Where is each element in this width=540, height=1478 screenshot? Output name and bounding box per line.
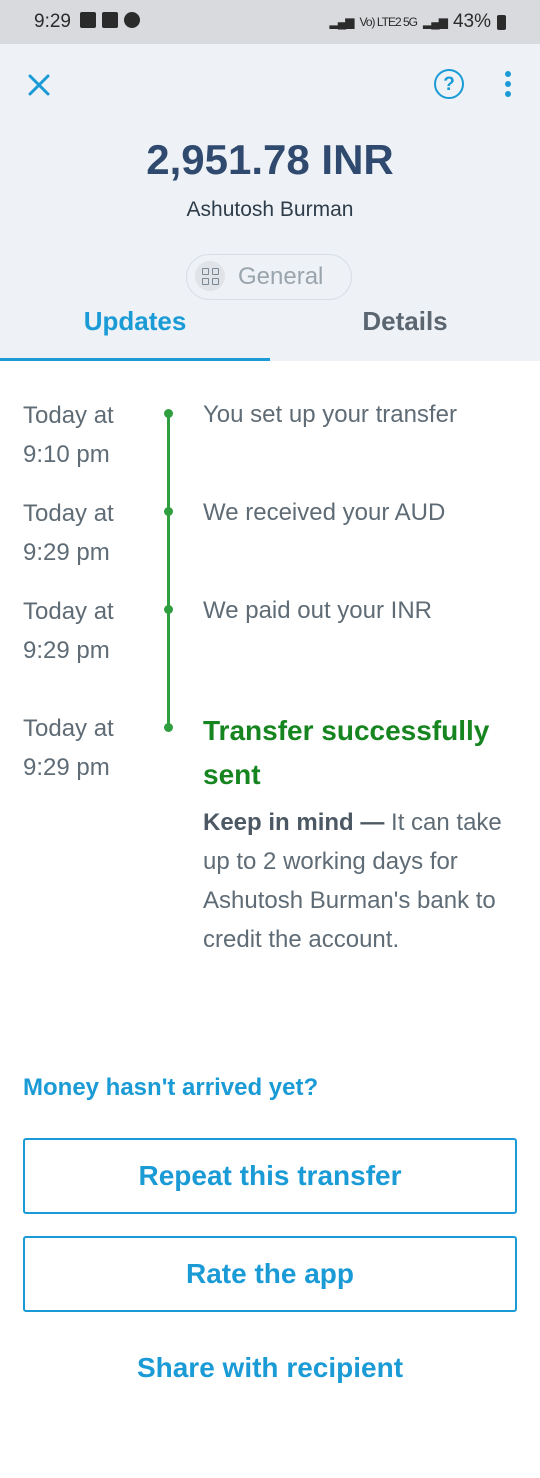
rate-app-button[interactable]: Rate the app xyxy=(23,1236,517,1312)
event-clock: 9:29 pm xyxy=(23,637,110,664)
event-text: We paid out your INR xyxy=(203,597,432,624)
grid-icon xyxy=(195,261,225,291)
success-title: Transfer successfully sent xyxy=(203,715,490,790)
repeat-transfer-button[interactable]: Repeat this transfer xyxy=(23,1138,517,1214)
event-time: Today at 9:29 pm xyxy=(23,709,114,787)
signal-icon-2: ▂▄▆ xyxy=(423,15,448,29)
timeline-line xyxy=(167,413,170,728)
help-icon[interactable]: ? xyxy=(434,69,464,99)
event-date: Today at xyxy=(23,715,114,742)
note-bold: Keep in mind — xyxy=(203,809,385,836)
share-with-recipient-button[interactable]: Share with recipient xyxy=(0,1352,540,1384)
app-icon xyxy=(124,12,140,28)
tab-details[interactable]: Details xyxy=(270,306,540,337)
category-label: General xyxy=(238,263,324,290)
timeline-dot xyxy=(164,723,173,732)
notification-icons xyxy=(80,12,140,28)
gallery-icon xyxy=(80,12,96,28)
category-chip[interactable]: General xyxy=(186,254,352,300)
battery-label: 43% xyxy=(452,11,491,32)
status-bar: 9:29 ▂▄▆ Vo) LTE2 5G ▂▄▆ 43% xyxy=(0,0,540,44)
transfer-amount: 2,951.78 INR xyxy=(146,136,394,183)
checkbox-icon xyxy=(102,12,118,28)
keep-in-mind-note: Keep in mind — It can take up to 2 worki… xyxy=(203,803,523,959)
event-text: We received your AUD xyxy=(203,499,446,526)
event-clock: 9:10 pm xyxy=(23,441,110,468)
event-clock: 9:29 pm xyxy=(23,539,110,566)
timeline-dot xyxy=(164,409,173,418)
event-date: Today at xyxy=(23,500,114,527)
recipient-name: Ashutosh Burman xyxy=(186,198,354,221)
more-options-icon[interactable] xyxy=(503,71,513,101)
timeline-dot xyxy=(164,605,173,614)
active-tab-indicator xyxy=(0,358,270,361)
close-icon xyxy=(28,74,50,96)
event-date: Today at xyxy=(23,402,114,429)
timeline-dot xyxy=(164,507,173,516)
signal-icon: ▂▄▆ xyxy=(329,15,355,29)
transfer-header: ? 2,951.78 INR Ashutosh Burman General U… xyxy=(0,44,540,361)
event-date: Today at xyxy=(23,598,114,625)
event-time: Today at 9:29 pm xyxy=(23,494,114,572)
network-label: Vo) LTE2 5G xyxy=(359,15,418,29)
event-time: Today at 9:10 pm xyxy=(23,396,114,474)
event-time: Today at 9:29 pm xyxy=(23,592,114,670)
battery-icon xyxy=(497,14,506,30)
close-button[interactable] xyxy=(24,70,54,100)
status-time: 9:29 xyxy=(34,11,71,32)
event-clock: 9:29 pm xyxy=(23,754,110,781)
tab-updates[interactable]: Updates xyxy=(0,306,270,337)
money-not-arrived-link[interactable]: Money hasn't arrived yet? xyxy=(23,1074,318,1102)
event-text: You set up your transfer xyxy=(203,401,457,428)
system-status: ▂▄▆ Vo) LTE2 5G ▂▄▆ 43% xyxy=(330,11,506,33)
